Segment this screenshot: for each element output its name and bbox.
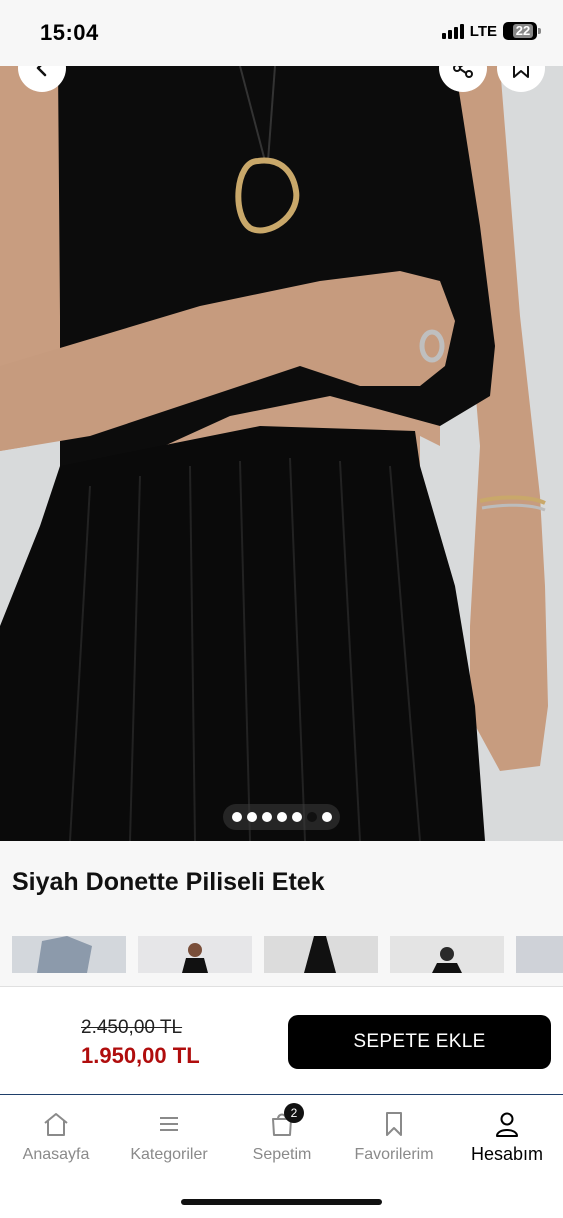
- status-bar: 15:04 LTE 22: [0, 0, 563, 66]
- share-icon: [453, 66, 473, 78]
- battery-level: 22: [512, 24, 534, 38]
- carousel-indicator[interactable]: [223, 804, 340, 830]
- product-detail-screen: 15:04 LTE 22 Siyah Donette Piliseli Etek…: [0, 0, 563, 1218]
- product-thumbnails[interactable]: [12, 936, 563, 973]
- status-icons: LTE 22: [441, 22, 541, 40]
- chevron-left-icon: [36, 66, 47, 77]
- product-image-carousel[interactable]: [0, 66, 563, 841]
- tab-label: Favorilerim: [354, 1146, 434, 1163]
- carousel-dot[interactable]: [276, 812, 287, 822]
- product-thumbnail[interactable]: [138, 936, 252, 973]
- tab-home[interactable]: Anasayfa: [0, 1109, 112, 1164]
- carousel-dot[interactable]: [261, 812, 272, 822]
- carousel-dot[interactable]: [246, 812, 257, 822]
- product-thumbnail[interactable]: [264, 936, 378, 973]
- user-icon: [496, 1112, 518, 1137]
- tab-label: Anasayfa: [22, 1146, 90, 1163]
- tab-label: Kategoriler: [130, 1146, 208, 1163]
- battery-icon: 22: [503, 22, 541, 40]
- price-bar: 2.450,00 TL 1.950,00 TL SEPETE EKLE: [0, 986, 563, 1094]
- status-time: 15:04: [40, 20, 99, 45]
- new-price: 1.950,00 TL: [81, 1043, 200, 1068]
- tab-label: Sepetim: [252, 1146, 312, 1163]
- bottom-tab-bar: Anasayfa Kategoriler 2 Sepetim Favoriler…: [0, 1094, 563, 1218]
- home-icon: [44, 1113, 68, 1136]
- carousel-dot[interactable]: [321, 812, 332, 822]
- product-title: Siyah Donette Piliseli Etek: [12, 868, 325, 896]
- carousel-dot[interactable]: [291, 812, 302, 822]
- product-thumbnail[interactable]: [12, 936, 126, 973]
- tab-categories[interactable]: Kategoriler: [113, 1109, 225, 1164]
- bookmark-icon: [386, 1112, 402, 1136]
- carousel-dot[interactable]: [231, 812, 242, 822]
- product-thumbnail[interactable]: [516, 936, 563, 973]
- old-price: 2.450,00 TL: [81, 1017, 183, 1038]
- bookmark-icon: [513, 66, 529, 78]
- product-photo: [0, 66, 563, 841]
- cart-count-badge: 2: [284, 1103, 304, 1123]
- menu-icon: [160, 1117, 178, 1131]
- tab-label: Hesabım: [470, 1144, 544, 1164]
- tab-favorites[interactable]: Favorilerim: [338, 1109, 450, 1164]
- carousel-dot-active[interactable]: [306, 812, 317, 822]
- tab-cart[interactable]: 2 Sepetim: [226, 1103, 338, 1164]
- product-thumbnail[interactable]: [390, 936, 504, 973]
- network-type: LTE: [469, 22, 497, 40]
- home-indicator[interactable]: [181, 1199, 382, 1205]
- add-to-cart-button[interactable]: SEPETE EKLE: [288, 1015, 551, 1069]
- signal-icon: [441, 23, 464, 39]
- tab-account[interactable]: Hesabım: [451, 1109, 563, 1165]
